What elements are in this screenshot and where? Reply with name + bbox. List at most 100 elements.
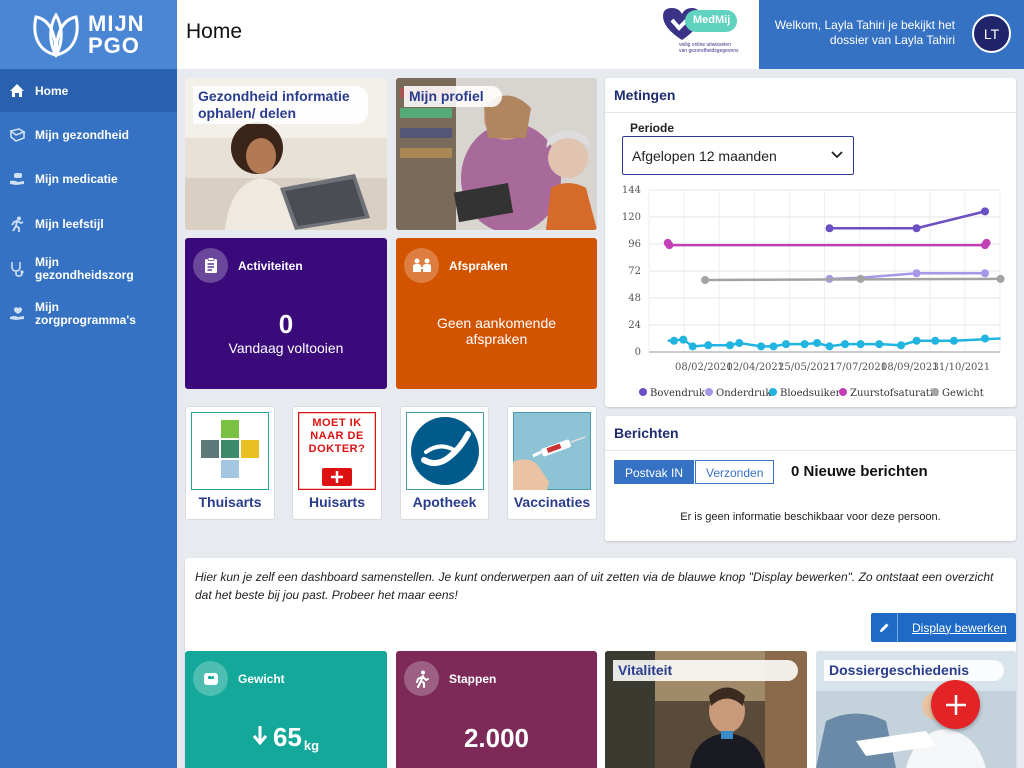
tile-apotheek[interactable]: Apotheek [400,406,489,520]
sidebar-item-mijn-leefstijl[interactable]: Mijn leefstijl [0,201,177,246]
tile-profile-label: Mijn profiel [404,86,502,107]
tile-thuisarts-label: Thuisarts [198,494,262,510]
huisarts-sign-line-3: DOKTER? [308,443,366,455]
display-edit-label: Display bewerken [912,620,1007,635]
legend-label-zuurstofsaturatie: Zuurstofsaturatie [850,388,939,399]
sidebar-item-home[interactable]: Home [0,69,177,112]
legend-label-gewicht: Gewicht [942,388,984,399]
add-widget-button[interactable] [931,680,980,729]
tile-thuisarts[interactable]: Thuisarts [185,406,275,520]
sidebar-item-mijn-zorgprogrammas[interactable]: Mijn zorgprogramma's [0,291,177,337]
metingen-chart: 0 24 48 72 96 120 144 08/02/202102/04/202125/05… [622,185,1005,399]
data-point-gewicht [996,274,1005,283]
tile-huisarts[interactable]: MOET IK NAAR DE DOKTER? Huisarts [292,406,382,520]
tile-health-info[interactable]: Gezondheid informatie ophalen/ delen [185,78,387,230]
widget-history-label: Dossiergeschiedenis [824,660,1004,681]
widget-steps-header: Stappen [404,661,496,696]
data-point-bovendruk [981,207,989,216]
plus-icon [945,694,966,715]
weight-value: 65 [272,722,302,752]
data-point-bloedsuiker [875,340,884,349]
data-point-bloedsuiker [813,339,822,347]
data-point-bloedsuiker [688,342,697,351]
display-edit-button[interactable]: Display bewerken [871,613,1016,642]
data-point-zuurstofsaturatie [665,241,674,250]
data-point-bloedsuiker [912,336,921,345]
tile-activities-title: Activiteiten [238,258,303,273]
avatar[interactable]: LT [972,14,1011,53]
y-tick-label: 120 [622,212,641,223]
x-tick-label: 31/10/2021 [933,362,991,373]
tile-vaccinaties-label: Vaccinaties [513,494,591,510]
sidebar-item-mijn-gezondheidszorg[interactable]: Mijn gezondheidszorg [0,246,177,291]
data-point-bloedsuiker [679,335,688,344]
stethoscope-icon [8,260,26,278]
x-tick-label: 17/07/2021 [830,362,888,373]
widget-vitality[interactable]: Vitaliteit [605,651,807,768]
y-tick-label: 48 [628,293,641,304]
sidebar-item-label: Mijn zorgprogramma's [35,300,136,327]
data-point-bovendruk [825,224,834,233]
sidebar-item-mijn-medicatie[interactable]: Mijn medicatie [0,157,177,201]
medmij-logo[interactable]: MedMij veilig online uitwisselen van gez… [655,6,741,58]
sidebar-item-label: Mijn leefstijl [35,216,104,231]
data-point-zuurstofsaturatie [982,238,991,247]
legend-marker-gewicht [931,388,939,396]
appointments-text: Geen aankomende afspraken [436,315,557,347]
data-point-bloedsuiker [825,342,834,351]
data-point-bloedsuiker [856,340,865,349]
data-point-bloedsuiker [897,341,906,350]
medication-icon [8,170,26,188]
tab-verzonden[interactable]: Verzonden [695,460,775,484]
huisarts-sign-line-2: NAAR DE [310,430,364,442]
tile-appointments-header: Afspraken [404,248,508,283]
apotheek-logo [406,412,484,490]
widget-steps[interactable]: Stappen 2.000 [396,651,597,768]
widget-steps-title: Stappen [449,671,497,686]
new-messages-count: 0 Nieuwe berichten [791,463,928,480]
data-point-bloedsuiker [981,334,989,343]
app-logo[interactable]: MIJN PGO [0,0,177,69]
series-line-bovendruk [829,210,986,230]
data-point-bloedsuiker [757,342,766,351]
home-icon [8,82,26,100]
scale-icon [193,661,228,696]
logo-text: MIJN PGO [88,12,145,58]
sidebar-item-mijn-gezondheid[interactable]: Mijn gezondheid [0,112,177,157]
legend-marker-bloedsuiker [769,388,777,396]
x-tick-label: 08/09/2021 [881,362,939,373]
weight-value-row: 65 kg [185,722,387,753]
arrow-down-icon [252,725,268,750]
berichten-empty-text: Er is geen informatie beschikbaar voor d… [680,511,941,523]
y-tick-label: 144 [622,185,641,196]
steps-value: 2.000 [463,723,530,753]
tile-vaccinaties[interactable]: Vaccinaties [507,406,597,520]
pencil-icon [871,613,898,642]
tile-appointments[interactable]: Afspraken Geen aankomende afspraken [396,238,597,389]
widget-weight[interactable]: Gewicht 65 kg [185,651,387,768]
data-point-gewicht [701,276,710,284]
data-point-bloedsuiker [670,336,678,345]
berichten-title: Berichten [605,416,1016,451]
x-tick-label: 25/05/2021 [778,362,836,373]
weight-unit: kg [303,737,320,753]
tile-profile[interactable]: Mijn profiel [396,78,597,230]
tab-postvak-in[interactable]: Postvak IN [614,460,695,484]
data-point-gewicht [856,274,865,283]
sidebar-item-label: Home [35,83,69,98]
legend-label-bloedsuiker: Bloedsuiker [780,388,841,399]
x-tick-label: 02/04/2021 [727,362,785,373]
logo-line2: PGO [88,32,140,58]
widget-history[interactable]: Dossiergeschiedenis [816,651,1016,768]
data-point-bloedsuiker [781,340,790,349]
y-tick-label: 0 [635,347,641,358]
legend-marker-onderdruk [705,388,713,396]
data-point-onderdruk [912,269,921,278]
tile-activities[interactable]: Activiteiten 0 Vandaag voltooien [185,238,387,389]
data-point-bloedsuiker [704,341,713,350]
legend-label-onderdruk: Onderdruk [716,388,772,399]
x-tick-label: 08/02/2021 [675,362,733,373]
people-icon [404,248,439,283]
walking-icon [404,661,439,696]
data-point-bloedsuiker [949,336,958,345]
